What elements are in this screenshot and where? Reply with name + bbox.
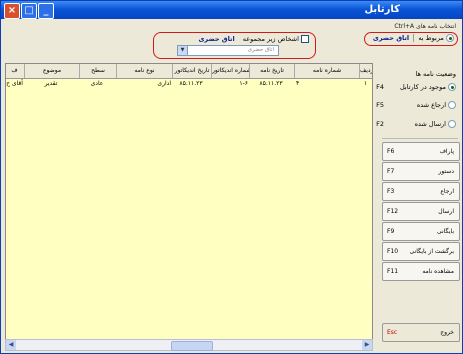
- status-key: F5: [376, 101, 384, 109]
- subordinates-checkbox[interactable]: [301, 35, 309, 43]
- room-combo-value: اتاق حضری: [247, 47, 274, 53]
- title-bar: کارتابل × □ _: [1, 1, 462, 19]
- archive-button[interactable]: بایگانی F9: [382, 222, 460, 241]
- button-key: F10: [387, 248, 399, 255]
- status-sent[interactable]: ارسال شده F2: [374, 120, 456, 129]
- status-radio[interactable]: [448, 101, 456, 109]
- paraf-button[interactable]: پاراف F6: [382, 142, 460, 161]
- cell-letter-date: ۸۵.۱۱.۲۳: [259, 80, 283, 87]
- status-label: ارجاع شده: [416, 101, 446, 109]
- cell-subject: تقدیر: [44, 80, 58, 87]
- column-header[interactable]: سطح: [79, 64, 116, 78]
- divider: [413, 34, 415, 42]
- cell-level: عادی: [90, 80, 104, 87]
- button-key: F6: [387, 148, 395, 155]
- button-key: F9: [387, 228, 395, 235]
- button-key: F7: [387, 168, 395, 175]
- selection-header: انتخاب نامه های Ctrl+A: [394, 23, 456, 30]
- button-label: پاراف: [439, 148, 454, 155]
- cell-indicator-number: ۱-۶: [239, 80, 248, 87]
- close-icon[interactable]: ×: [4, 3, 20, 19]
- status-label: ارسال شده: [414, 120, 446, 128]
- scroll-thumb[interactable]: [171, 341, 213, 351]
- column-header[interactable]: تاریخ اندیکاتور: [172, 64, 211, 78]
- related-radio[interactable]: [446, 34, 454, 42]
- button-key: F11: [387, 268, 399, 275]
- status-title: وضعیت نامه ها: [415, 70, 456, 78]
- button-label: ارجاع: [440, 188, 454, 195]
- button-label: خروج: [440, 329, 454, 336]
- related-room-value: اتاق حضری: [372, 34, 410, 42]
- button-key: F12: [387, 208, 399, 215]
- horizontal-scrollbar[interactable]: ◀ ▶: [5, 339, 373, 351]
- order-button[interactable]: دستور F7: [382, 162, 460, 181]
- button-label: مشاهده نامه: [422, 268, 454, 275]
- select-letters-label: انتخاب نامه های: [416, 23, 456, 30]
- cell-radif: ۱: [363, 80, 368, 87]
- cell-indicator-date: ۸۵.۱۱.۲۳: [179, 80, 203, 87]
- filter-room-value: اتاق حضری: [198, 35, 235, 43]
- column-header[interactable]: ف: [6, 64, 23, 78]
- column-header[interactable]: تاریخ نامه: [249, 64, 294, 78]
- button-key: Esc: [387, 329, 398, 336]
- status-key: F4: [376, 83, 384, 91]
- view-letter-button[interactable]: مشاهده نامه F11: [382, 262, 460, 281]
- table-row[interactable]: ۱ ۴ ۸۵.۱۱.۲۳ ۱-۶ ۸۵.۱۱.۲۳ اداری عادی تقد…: [6, 79, 372, 89]
- status-radio[interactable]: [448, 120, 456, 128]
- cell-letter-type: اداری: [157, 80, 171, 87]
- main-window: کارتابل × □ _ انتخاب نامه های Ctrl+A مرب…: [0, 0, 463, 354]
- subordinates-row: اشخاص زیر مجموعه اتاق حضری: [159, 35, 309, 43]
- scroll-right-icon[interactable]: ▶: [362, 340, 372, 350]
- grid-header: ردیف شماره نامه تاریخ نامه شماره اندیکات…: [6, 64, 372, 79]
- button-label: ارسال: [438, 208, 454, 215]
- cell-letter-number: ۴: [296, 80, 300, 87]
- subordinates-label: اشخاص زیر مجموعه: [242, 35, 299, 43]
- column-header[interactable]: موضوع: [24, 64, 79, 78]
- select-shortcut: Ctrl+A: [394, 23, 415, 30]
- letters-grid[interactable]: ردیف شماره نامه تاریخ نامه شماره اندیکات…: [5, 63, 373, 341]
- button-label: برگشت از بایگانی: [409, 248, 454, 255]
- exit-button[interactable]: خروج Esc: [382, 323, 460, 342]
- maximize-icon[interactable]: □: [21, 3, 37, 19]
- status-in-cartable[interactable]: موجود در کارتابل F4: [374, 83, 456, 92]
- column-header[interactable]: شماره نامه: [294, 64, 359, 78]
- window-title: کارتابل: [364, 4, 400, 15]
- sidebar-panel: وضعیت نامه ها موجود در کارتابل F4 ارجاع …: [374, 63, 460, 351]
- status-key: F2: [376, 120, 384, 128]
- button-key: F3: [387, 188, 395, 195]
- minimize-icon[interactable]: _: [38, 3, 54, 19]
- scroll-left-icon[interactable]: ◀: [6, 340, 16, 350]
- button-label: بایگانی: [437, 228, 454, 235]
- status-referred[interactable]: ارجاع شده F5: [374, 101, 456, 110]
- divider: [382, 138, 458, 139]
- cell-sender: آقای ح: [6, 80, 23, 87]
- send-button[interactable]: ارسال F12: [382, 202, 460, 221]
- status-label: موجود در کارتابل: [399, 83, 446, 91]
- related-label: مربوط به: [418, 34, 444, 42]
- column-header[interactable]: شماره اندیکاتور: [211, 64, 249, 78]
- unarchive-button[interactable]: برگشت از بایگانی F10: [382, 242, 460, 261]
- room-combo[interactable]: ▼ اتاق حضری: [177, 45, 279, 56]
- chevron-down-icon[interactable]: ▼: [178, 46, 188, 55]
- refer-button[interactable]: ارجاع F3: [382, 182, 460, 201]
- column-header[interactable]: ردیف: [359, 64, 372, 78]
- status-radio[interactable]: [448, 83, 456, 91]
- button-label: دستور: [438, 168, 454, 175]
- related-selector-content: مربوط به اتاق حضری: [373, 34, 454, 42]
- column-header[interactable]: نوع نامه: [116, 64, 172, 78]
